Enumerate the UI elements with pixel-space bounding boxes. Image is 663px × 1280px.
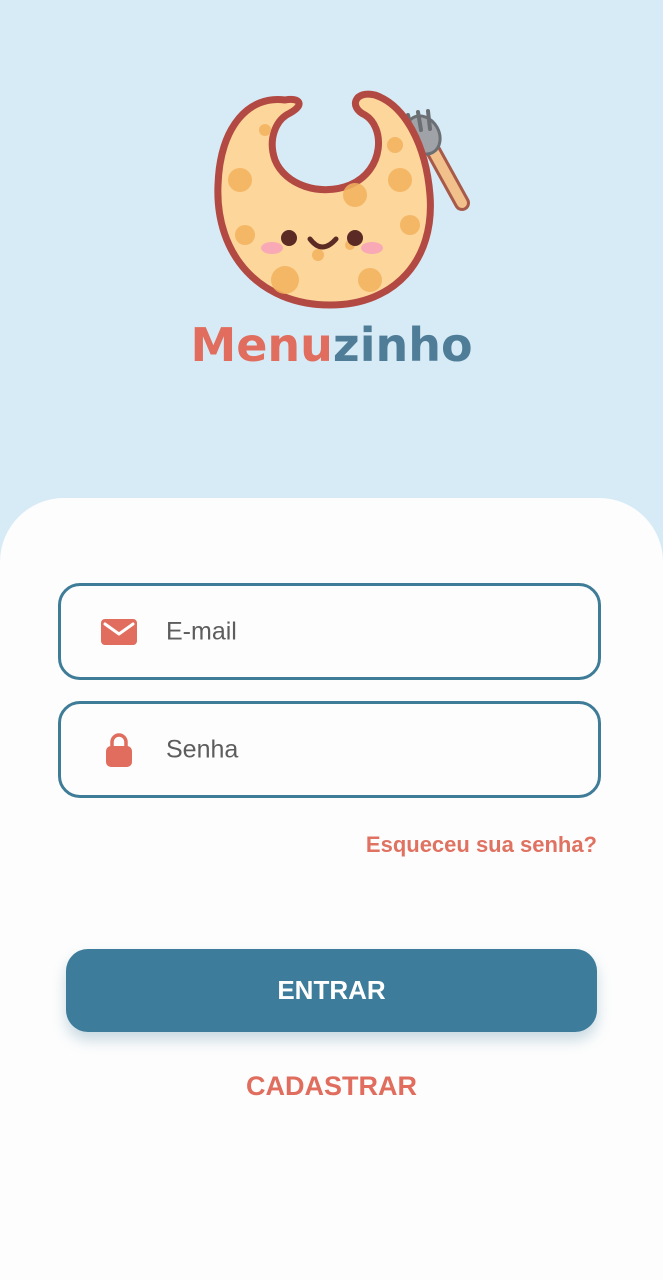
forgot-password-link[interactable]: Esqueceu sua senha? bbox=[366, 832, 597, 858]
password-placeholder: Senha bbox=[166, 735, 239, 763]
brand-name-part1: Menu bbox=[190, 318, 333, 372]
login-card: E-mail Senha Esqueceu sua senha? ENTRAR … bbox=[0, 498, 663, 1280]
email-placeholder: E-mail bbox=[166, 617, 237, 645]
brand-name: Menuzinho bbox=[0, 318, 663, 372]
header: Menuzinho bbox=[0, 0, 663, 520]
enter-button[interactable]: ENTRAR bbox=[66, 949, 597, 1032]
lock-icon bbox=[101, 732, 137, 768]
bib-logo-icon bbox=[190, 85, 490, 315]
envelope-icon bbox=[101, 614, 137, 650]
brand-name-part2: zinho bbox=[332, 318, 473, 372]
register-button[interactable]: CADASTRAR bbox=[0, 1071, 663, 1102]
password-field[interactable]: Senha bbox=[58, 701, 601, 798]
email-field[interactable]: E-mail bbox=[58, 583, 601, 680]
